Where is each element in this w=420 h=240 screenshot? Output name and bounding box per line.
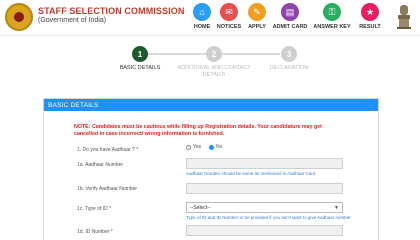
id-type-label: 1c. Type of ID * bbox=[77, 206, 112, 212]
nav-answer-key[interactable]: ⚿ ANSWER KEY bbox=[313, 3, 351, 30]
site-header: STAFF SELECTION COMMISSION (Government o… bbox=[0, 0, 420, 36]
radio-label: No bbox=[216, 144, 223, 150]
nav-admit-card[interactable]: ▤ ADMIT CARD bbox=[272, 3, 308, 30]
aadhaar-yes-radio[interactable]: Yes bbox=[186, 144, 201, 150]
chevron-down-icon: ▼ bbox=[334, 205, 339, 211]
nav-result[interactable]: ★ RESULT bbox=[352, 3, 388, 30]
home-icon: ⌂ bbox=[193, 3, 211, 21]
aadhaar-number-label: 1a. Aadhaar Number bbox=[77, 162, 124, 168]
org-subtitle: (Government of India) bbox=[38, 17, 107, 24]
registration-stepper: 1 2 3 BASIC DETAILS ADDITIONAL AND CONTA… bbox=[0, 40, 420, 80]
id-type-hint: Type of ID and ID Number to be provided … bbox=[186, 215, 351, 220]
result-icon: ★ bbox=[361, 3, 379, 21]
ssc-logo-icon bbox=[5, 3, 33, 31]
step-connector bbox=[148, 53, 206, 55]
nav-label: RESULT bbox=[359, 24, 381, 30]
step-1-label: BASIC DETAILS bbox=[119, 65, 161, 71]
org-title: STAFF SELECTION COMMISSION bbox=[38, 6, 185, 16]
notices-icon: ✉ bbox=[220, 3, 238, 21]
step-3-circle[interactable]: 3 bbox=[281, 46, 297, 62]
nav-label: ADMIT CARD bbox=[272, 24, 308, 30]
id-type-select[interactable]: --Select-- ▼ bbox=[186, 202, 343, 213]
step-2-label: ADDITIONAL AND CONTACT DETAILS bbox=[177, 65, 251, 78]
answer-key-icon: ⚿ bbox=[323, 3, 341, 21]
admit-card-icon: ▤ bbox=[281, 3, 299, 21]
national-emblem-icon bbox=[397, 5, 411, 29]
step-connector bbox=[222, 53, 280, 55]
nav-label: HOME bbox=[193, 24, 211, 30]
nav-label: ANSWER KEY bbox=[313, 24, 351, 30]
nav-label: APPLY bbox=[248, 24, 266, 30]
apply-icon: ✎ bbox=[248, 3, 266, 21]
radio-label: Yes bbox=[193, 144, 202, 150]
nav-label: NOTICES bbox=[216, 24, 242, 30]
step-1-circle[interactable]: 1 bbox=[132, 46, 148, 62]
radio-dot bbox=[186, 144, 191, 150]
aadhaar-no-radio[interactable]: No bbox=[209, 144, 222, 150]
id-number-input[interactable] bbox=[186, 225, 343, 236]
id-type-selected: --Select-- bbox=[190, 205, 211, 211]
panel-title: BASIC DETAILS bbox=[44, 99, 378, 111]
aadhaar-question-label: 1. Do you have Aadhaar ? * bbox=[77, 147, 139, 153]
caution-note: NOTE: Candidates must be cautious while … bbox=[74, 124, 322, 137]
verify-aadhaar-input[interactable] bbox=[186, 183, 343, 194]
id-number-label: 1d. ID Number * bbox=[77, 229, 113, 235]
basic-details-panel: BASIC DETAILS NOTE: Candidates must be c… bbox=[43, 98, 379, 240]
aadhaar-number-hint: Aadhaar Number should be same as mention… bbox=[186, 171, 316, 176]
nav-apply[interactable]: ✎ APPLY bbox=[239, 3, 275, 30]
step-2-circle[interactable]: 2 bbox=[206, 46, 222, 62]
verify-aadhaar-label: 1b. Verify Aadhaar Number bbox=[77, 186, 138, 192]
radio-dot bbox=[209, 144, 214, 150]
step-3-label: DECLARATION bbox=[269, 65, 309, 71]
aadhaar-number-input[interactable] bbox=[186, 158, 343, 169]
